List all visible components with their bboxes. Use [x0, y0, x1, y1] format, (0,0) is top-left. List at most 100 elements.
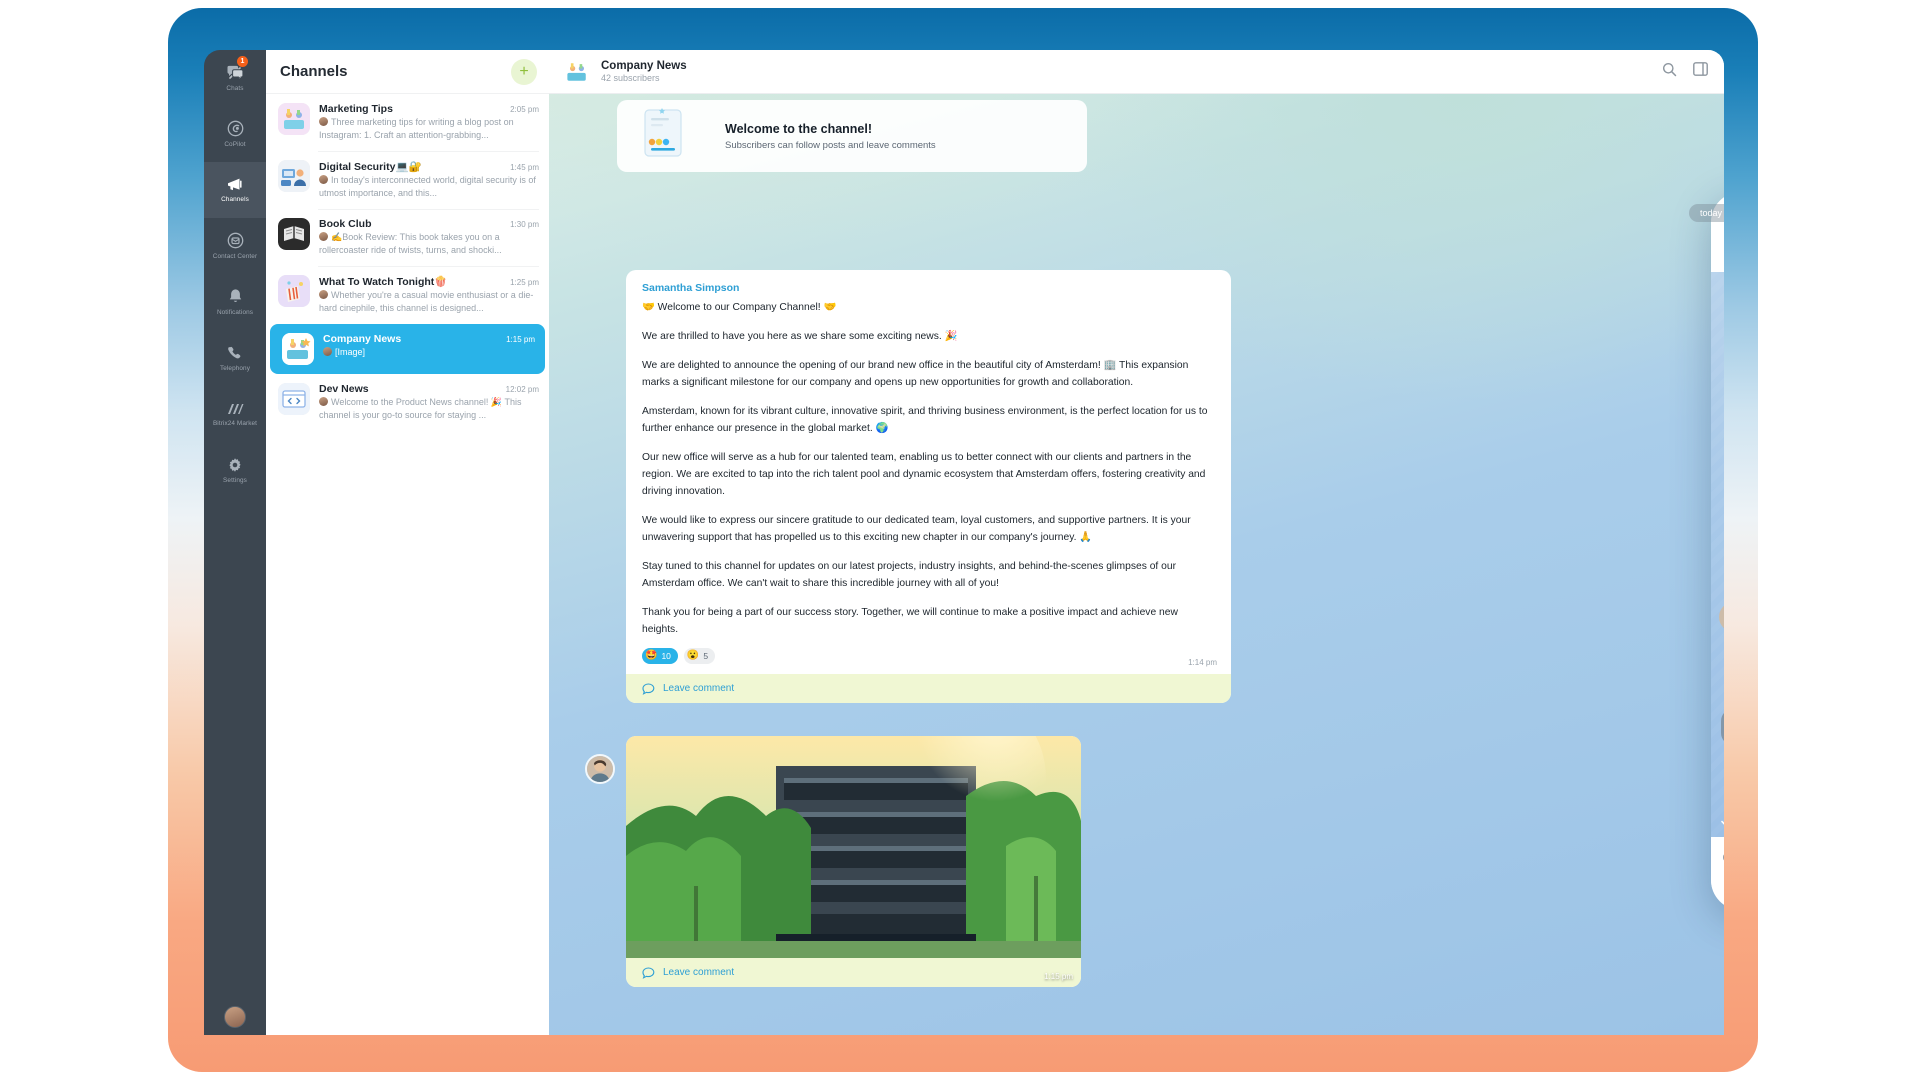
- sidebar-item-label: Notifications: [216, 309, 254, 316]
- phone-icon: [227, 345, 243, 361]
- channel-photo-post: 1:15 pm Leave comment: [626, 736, 1081, 987]
- leave-comment-button[interactable]: Leave comment: [626, 674, 1231, 703]
- avatar[interactable]: [585, 754, 615, 784]
- channel-preview: Welcome to the Product News channel! 🎉 T…: [319, 396, 539, 422]
- post-paragraph: Thank you for being a part of our succes…: [642, 607, 1178, 635]
- sidebar-item-label: CoPilot: [224, 141, 246, 148]
- channel-name: What To Watch Tonight🍿: [319, 276, 448, 288]
- leave-comment-label: Leave comment: [663, 683, 735, 694]
- leave-comment-button[interactable]: Leave comment: [626, 958, 1081, 987]
- preview-text: Three marketing tips for writing a blog …: [319, 117, 514, 140]
- channel-avatar: [278, 275, 310, 307]
- sidebar-item-telephony[interactable]: Telephony: [204, 330, 266, 386]
- list-item-company-news[interactable]: Company News 1:15 pm [Image]: [270, 324, 545, 374]
- sender-avatar-icon: [319, 397, 328, 406]
- post-paragraph: Stay tuned to this channel for updates o…: [642, 561, 1177, 589]
- sender-avatar-icon: [319, 117, 328, 126]
- channel-avatar: [278, 383, 310, 415]
- sidebar-panel-icon[interactable]: [1693, 62, 1708, 81]
- post-timestamp: 1:14 pm: [1188, 658, 1217, 667]
- welcome-text: Welcome to the channel! Subscribers can …: [725, 122, 936, 151]
- search-icon[interactable]: [1662, 62, 1677, 82]
- leave-comment-label: Leave comment: [663, 967, 735, 978]
- reaction-count: 10: [661, 651, 671, 661]
- channel-time: 12:02 pm: [505, 385, 539, 394]
- chats-badge: 1: [237, 56, 248, 67]
- list-item-body: Marketing Tips 2:05 pm Three marketing t…: [319, 103, 539, 142]
- list-item[interactable]: Marketing Tips 2:05 pm Three marketing t…: [266, 94, 549, 151]
- list-item[interactable]: Book Club 1:30 pm ✍️Book Review: This bo…: [266, 209, 549, 266]
- channel-name: Marketing Tips: [319, 103, 393, 115]
- post-author: Samantha Simpson: [642, 282, 740, 294]
- sidebar-item-notifications[interactable]: Notifications: [204, 274, 266, 330]
- reaction-count: 5: [703, 651, 709, 661]
- channel-time: 2:05 pm: [510, 105, 539, 114]
- post-paragraph: Our new office will serve as a hub for o…: [642, 452, 1206, 497]
- sender-avatar-icon: [319, 175, 328, 184]
- list-item-body: Book Club 1:30 pm ✍️Book Review: This bo…: [319, 218, 539, 257]
- reaction-chip[interactable]: 🤩 10: [642, 648, 678, 664]
- sender-avatar-icon: [323, 347, 332, 356]
- sidebar-item-chats[interactable]: 1 Chats: [204, 50, 266, 106]
- channel-preview: ✍️Book Review: This book takes you on a …: [319, 231, 539, 257]
- conversation-panel: Company News 42 subscribers Welcome to t…: [549, 50, 1724, 1035]
- sidebar-item-label: Bitrix24 Market: [212, 419, 258, 427]
- photo-timestamp: 1:15 pm: [1044, 972, 1073, 981]
- comment-bubble-icon: [642, 966, 655, 979]
- sidebar-item-bitrix24-market[interactable]: Bitrix24 Market: [204, 386, 266, 442]
- sidebar-item-label: Telephony: [219, 364, 251, 372]
- subscriber-count: 42 subscribers: [601, 73, 660, 83]
- page-title: Company News: [601, 60, 687, 72]
- channel-preview: In today's interconnected world, digital…: [319, 174, 539, 200]
- post-paragraph: 🤝 Welcome to our Company Channel! 🤝: [642, 302, 837, 313]
- date-divider: today: [1689, 204, 1724, 222]
- channel-name: Company News: [323, 333, 402, 345]
- sidebar-item-label: Settings: [223, 476, 247, 484]
- megaphone-icon: [226, 177, 245, 192]
- channel-avatar: [563, 57, 591, 86]
- sidebar-item-label: Contact Center: [212, 253, 258, 260]
- channels-panel: Channels + Marketing Tips 2:05 pm Three …: [266, 50, 549, 1035]
- market-icon: [226, 402, 244, 416]
- post-paragraph: Amsterdam, known for its vibrant culture…: [642, 406, 1208, 434]
- sidebar-item-settings[interactable]: Settings: [204, 442, 266, 498]
- channel-avatar: [278, 103, 310, 135]
- reaction-emoji: 🤩: [645, 650, 658, 661]
- list-item[interactable]: What To Watch Tonight🍿 1:25 pm Whether y…: [266, 266, 549, 324]
- channel-time: 1:15 pm: [506, 335, 535, 344]
- comment-bubble-icon: [642, 682, 655, 695]
- post-paragraph: We are thrilled to have you here as we s…: [642, 331, 958, 342]
- avatar[interactable]: [224, 1006, 246, 1028]
- channel-time: 1:25 pm: [510, 278, 539, 287]
- message-list[interactable]: Welcome to the channel! Subscribers can …: [549, 94, 1724, 1035]
- sidebar-item-label: Chats: [226, 84, 244, 92]
- conversation-title-block: Company News 42 subscribers: [601, 60, 687, 83]
- channels-panel-header: Channels +: [266, 50, 549, 94]
- reaction-emoji: 😮: [686, 650, 700, 661]
- add-channel-button[interactable]: +: [511, 58, 537, 85]
- post-reactions: 🤩 10 😮 5: [626, 646, 1231, 674]
- channel-time: 1:45 pm: [510, 163, 539, 172]
- preview-text: In today's interconnected world, digital…: [319, 175, 536, 198]
- list-item[interactable]: Digital Security💻🔐 1:45 pm In today's in…: [266, 151, 549, 209]
- reaction-chip[interactable]: 😮 5: [683, 648, 716, 664]
- sidebar-item-channels[interactable]: Channels: [204, 162, 266, 218]
- post-paragraph: We are delighted to announce the opening…: [642, 360, 1189, 388]
- list-item-body: Company News 1:15 pm [Image]: [323, 333, 535, 365]
- post-paragraph: We would like to express our sincere gra…: [642, 515, 1191, 543]
- page-title: Channels: [280, 63, 348, 80]
- preview-text: Welcome to the Product News channel! 🎉 T…: [319, 397, 522, 420]
- sidebar-item-copilot[interactable]: CoPilot: [204, 106, 266, 162]
- bitrix24-app-window: 1 Chats CoPilot Channels Contact Center …: [204, 50, 1724, 1035]
- header-actions: [1662, 62, 1708, 82]
- sidebar-item-contact-center[interactable]: Contact Center: [204, 218, 266, 274]
- conversation-header: Company News 42 subscribers: [549, 50, 1724, 94]
- list-item[interactable]: Dev News 12:02 pm Welcome to the Product…: [266, 374, 549, 431]
- rail-user-avatar-slot[interactable]: [204, 999, 266, 1035]
- gear-icon: [227, 457, 243, 473]
- channel-avatar: [282, 333, 314, 365]
- post-photo[interactable]: [626, 736, 1081, 958]
- sender-avatar-icon: [319, 290, 328, 299]
- list-item-body: Dev News 12:02 pm Welcome to the Product…: [319, 383, 539, 422]
- gradient-backdrop: 1 Chats CoPilot Channels Contact Center …: [168, 8, 1758, 1072]
